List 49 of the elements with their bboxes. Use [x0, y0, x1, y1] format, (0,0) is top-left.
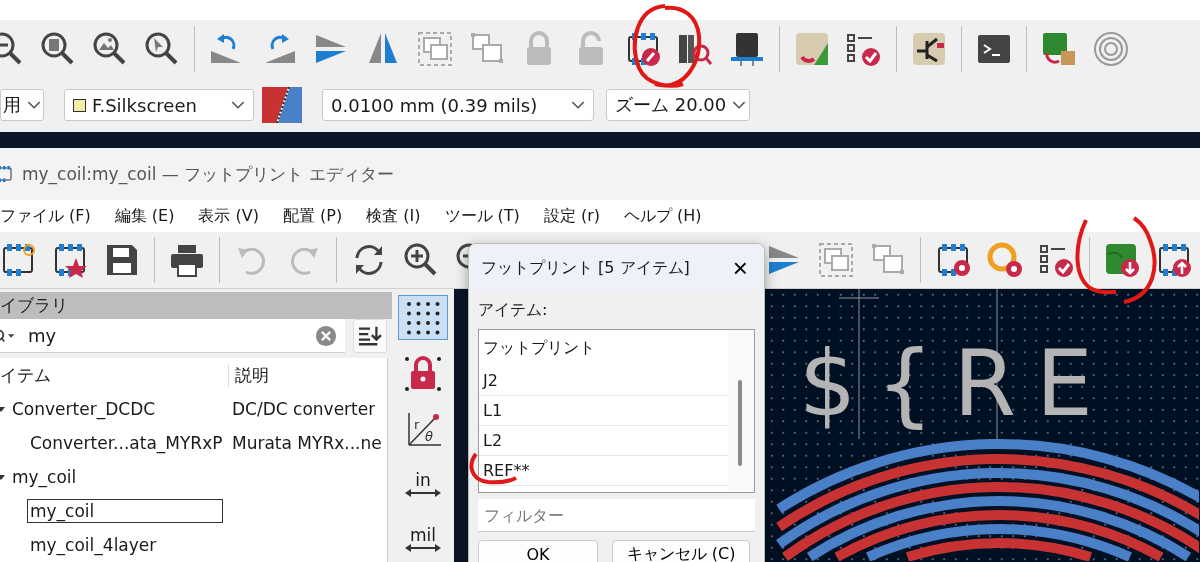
menu-item[interactable]: 表示 (V): [198, 205, 259, 227]
menu-item[interactable]: ファイル (F): [0, 205, 91, 227]
tree-item[interactable]: Converter...ata_MYRxP: [27, 431, 226, 455]
dropdown[interactable]: 0.0100 mm (0.39 mils): [322, 89, 594, 121]
chevron-down-icon: [27, 100, 41, 110]
ring-gear-icon[interactable]: [985, 240, 1025, 280]
chevron-down-icon: [732, 100, 747, 110]
menu-item[interactable]: ヘルプ (H): [624, 205, 702, 227]
sort-icon: [357, 325, 383, 347]
column-header[interactable]: 説明: [228, 363, 269, 387]
menu-item[interactable]: ツール (T): [444, 205, 520, 227]
panel-header: イブラリ: [0, 292, 392, 319]
layer-pair-icon[interactable]: [262, 87, 302, 123]
window-title: my_coil:my_coil — フットプリント エディター: [22, 162, 394, 186]
double-arrow-icon: [405, 544, 441, 553]
tree-item[interactable]: Converter_DCDC: [9, 397, 159, 421]
units-button[interactable]: mil: [398, 516, 448, 562]
dropdown[interactable]: ズーム 20.00: [606, 89, 750, 121]
menu-item[interactable]: 配置 (P): [283, 205, 343, 227]
tree-item[interactable]: my_coil: [9, 465, 80, 489]
dropdown[interactable]: F.Silkscreen: [64, 89, 254, 121]
dropdown[interactable]: 用: [0, 89, 44, 121]
menu-item[interactable]: 編集 (E): [114, 205, 175, 227]
menu-item[interactable]: 検査 (I): [366, 205, 421, 227]
list-item[interactable]: フットプリント: [479, 330, 728, 366]
search-field[interactable]: my: [0, 319, 345, 353]
chevron-down-icon: [571, 100, 585, 110]
tree-item[interactable]: my_coil: [27, 499, 223, 523]
menu-item[interactable]: 設定 (r): [543, 205, 600, 227]
scrollbar-thumb[interactable]: [738, 380, 742, 466]
units-button[interactable]: in: [398, 461, 448, 507]
description-text: DC/DC converter: [232, 399, 376, 419]
tree-item[interactable]: my_coil_4layer: [27, 533, 160, 557]
grid-lock-icon: [403, 353, 443, 394]
dialog-button[interactable]: OK: [478, 540, 598, 562]
clear-icon[interactable]: [315, 324, 337, 347]
chevron-down-icon: [231, 100, 245, 110]
layer-color-icon: [73, 98, 86, 112]
list-label: アイテム:: [478, 300, 549, 321]
description-text: Murata MYRx...ne: [232, 433, 382, 453]
grid-button[interactable]: [398, 295, 448, 341]
filter-field[interactable]: フィルター: [478, 499, 755, 532]
close-button[interactable]: ×: [728, 255, 752, 281]
column-header[interactable]: イテム: [0, 363, 228, 387]
dialog-button[interactable]: キャンセル (C): [612, 540, 750, 562]
sort-button[interactable]: [353, 319, 387, 353]
double-arrow-icon: [405, 488, 441, 497]
dialog-title: フットプリント [5 アイテム]: [481, 257, 690, 279]
silkscreen-text: ${RE: [799, 331, 1113, 436]
